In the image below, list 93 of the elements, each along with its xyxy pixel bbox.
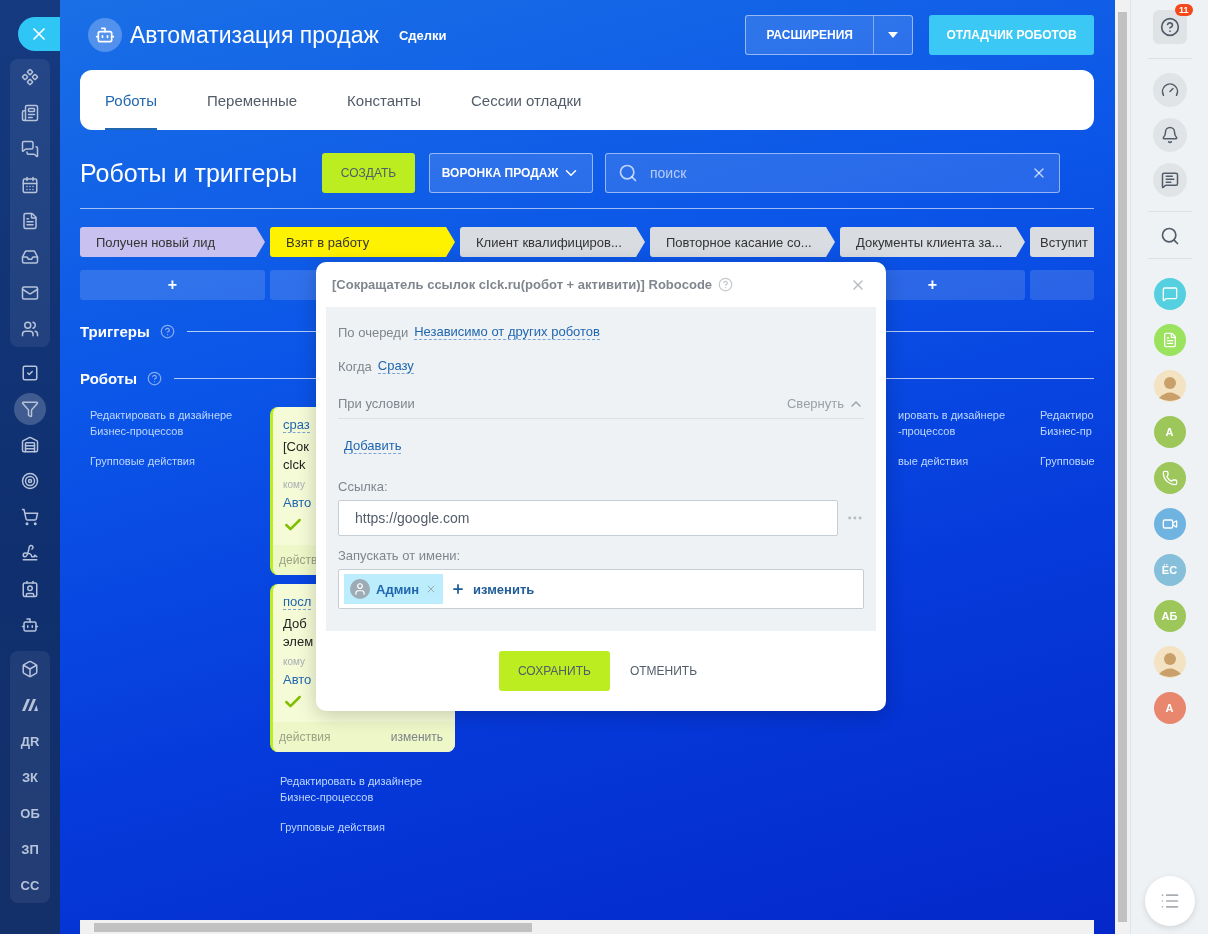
field-label: По очереди [338, 324, 409, 340]
tab[interactable]: Переменные [206, 70, 298, 130]
chat-icon [21, 140, 39, 158]
tab[interactable]: Сессии отладки [470, 70, 582, 130]
group-actions-link[interactable]: Групповые действия [280, 819, 385, 835]
designer-link[interactable]: Редактировать в дизайнере Бизнес-процессов [90, 407, 233, 439]
designer-link[interactable]: Редактиро Бизнес-пр [1040, 407, 1094, 439]
section-title: Триггеры [80, 322, 150, 340]
stage-header[interactable]: Повторное касание со... [650, 227, 835, 257]
signature-icon [21, 544, 39, 562]
search-field[interactable]: поиск [605, 153, 1060, 193]
bell-icon[interactable] [1152, 118, 1187, 152]
section-title: Роботы [80, 369, 137, 387]
drawer-icon [21, 248, 39, 266]
field-label: Когда [338, 358, 372, 374]
people-icon [21, 320, 39, 338]
contact-card-icon [21, 580, 39, 598]
actions-label: действия [279, 730, 331, 744]
search-input[interactable]: поиск [648, 164, 1021, 182]
horizontal-scrollbar[interactable] [80, 920, 1094, 934]
robot-icon [21, 616, 39, 634]
target-icon [21, 472, 39, 490]
entity-label: Сделки [398, 27, 447, 43]
nav-item[interactable]: ЗК [14, 761, 46, 793]
recipient-label: кому [283, 479, 306, 490]
vertical-scrollbar[interactable] [1115, 0, 1130, 934]
designer-link[interactable]: Редактировать в дизайнере Бизнес-процессов [280, 773, 423, 805]
create-button[interactable]: СОЗДАТЬ [322, 153, 415, 193]
field-label: Ссылка: [338, 479, 389, 494]
stage-header[interactable]: Вступит [1030, 227, 1094, 257]
robot-title: [Сок clck [283, 438, 309, 474]
change-link[interactable]: изменить [473, 581, 535, 597]
user-name: Админ [376, 581, 420, 597]
group-actions-link[interactable]: вые действия [898, 453, 969, 469]
nav-item[interactable]: ОБ [14, 797, 46, 829]
delay-link[interactable]: посл [283, 594, 312, 610]
queue-link[interactable]: Независимо от других роботов [414, 324, 600, 340]
designer-link[interactable]: ировать в дизайнере -процессов [898, 407, 1005, 439]
cancel-button[interactable]: ОТМЕНИТЬ [623, 663, 704, 679]
tab[interactable]: Константы [347, 70, 421, 130]
stage-header[interactable]: Взят в работу [270, 227, 455, 257]
recipient-label: кому [283, 656, 306, 667]
robot-logo-icon [88, 18, 122, 52]
funnel-icon [21, 400, 39, 418]
gauge-icon[interactable] [1152, 73, 1187, 107]
stage-header[interactable]: Клиент квалифициров... [460, 227, 645, 257]
caret-icon [888, 32, 898, 38]
status-text: Авто [283, 495, 312, 510]
search-icon [618, 163, 638, 183]
notification-badge: 11 [1175, 4, 1193, 16]
nav-item[interactable]: ДR [14, 725, 46, 757]
pinwheel-icon [21, 68, 39, 86]
save-button[interactable]: СОХРАНИТЬ [498, 651, 610, 691]
cart-icon [21, 508, 39, 526]
dialog-title: [Сокращатель ссылок clck.ru(робот + активити)] Robocode [332, 277, 713, 292]
calendar-icon [21, 176, 39, 194]
when-link[interactable]: Сразу [377, 358, 414, 374]
tab[interactable]: Роботы [105, 70, 157, 130]
house-icon [21, 436, 39, 454]
section-heading: Роботы и триггеры [80, 158, 299, 188]
mail-icon [21, 284, 39, 302]
delay-link[interactable]: сраз [283, 417, 310, 433]
nav-item[interactable]: ЗП [14, 833, 46, 865]
edit-button[interactable]: изменить [390, 730, 443, 744]
user-field[interactable]: Админ изменить [338, 569, 864, 609]
status-text: Авто [283, 672, 312, 687]
stage-header[interactable]: Получен новый лид [80, 227, 265, 257]
funnel-button[interactable]: ВОРОНКА ПРОДАЖ [429, 153, 593, 193]
plus-icon[interactable] [451, 582, 466, 596]
close-button[interactable] [18, 17, 60, 51]
newspaper-icon [21, 104, 39, 122]
add-condition-link[interactable]: Добавить [344, 438, 402, 454]
group-actions-link[interactable]: Групповые [1040, 453, 1095, 469]
list-icon [1159, 891, 1180, 911]
field-label: При условии [338, 396, 415, 411]
nav-item[interactable] [14, 393, 46, 425]
nav-item[interactable]: СС [14, 869, 46, 901]
document-icon [21, 212, 39, 230]
search-icon[interactable] [1159, 226, 1180, 246]
slashes-icon [21, 698, 39, 712]
box-icon [21, 660, 39, 678]
user-avatar-icon [350, 579, 370, 599]
page-title: Автоматизация продаж [130, 21, 379, 49]
actions-label: действ [279, 553, 318, 567]
group-actions-link[interactable]: Групповые действия [90, 453, 195, 469]
add-robot-button[interactable]: + [80, 270, 265, 300]
stage-header[interactable]: Документы клиента за... [840, 227, 1025, 257]
field-label: Запускать от имени: [338, 548, 462, 563]
help-icon [1159, 17, 1180, 37]
checkbox-icon [21, 364, 39, 382]
link-field[interactable]: https://google.com [338, 500, 839, 536]
chat-list-icon[interactable] [1152, 163, 1187, 197]
robot-title: Доб элем [283, 615, 314, 651]
